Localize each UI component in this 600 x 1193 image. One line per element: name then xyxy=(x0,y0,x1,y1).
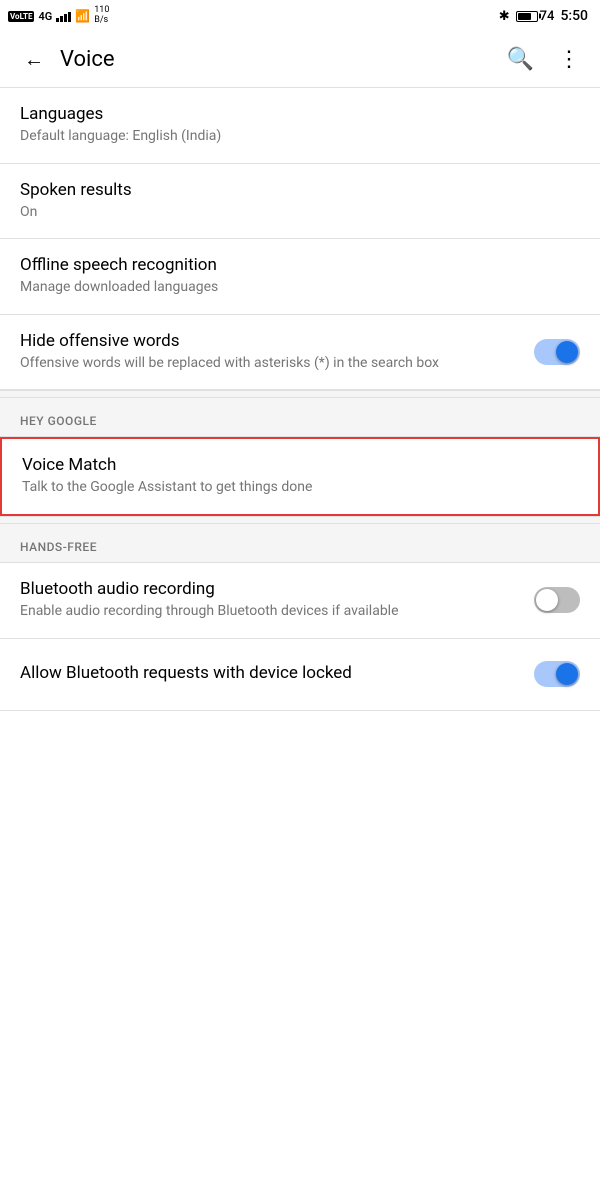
settings-list: Languages Default language: English (Ind… xyxy=(0,88,600,711)
section-divider-hands-free xyxy=(0,516,600,524)
offensive-words-content: Hide offensive words Offensive words wil… xyxy=(20,331,534,374)
section-header-hands-free: HANDS-FREE xyxy=(0,524,600,563)
bluetooth-audio-title: Bluetooth audio recording xyxy=(20,579,534,599)
app-bar: ← Voice 🔍 ⋮ xyxy=(0,32,600,88)
voice-match-content: Voice Match Talk to the Google Assistant… xyxy=(22,455,578,498)
search-button[interactable]: 🔍 xyxy=(503,43,538,76)
section-divider-hey-google xyxy=(0,390,600,398)
battery-fill xyxy=(518,13,531,20)
offline-speech-content: Offline speech recognition Manage downlo… xyxy=(20,255,580,298)
speed-text: 110B/s xyxy=(94,6,109,26)
offensive-words-subtitle: Offensive words will be replaced with as… xyxy=(20,354,534,374)
toggle-thumb-locked xyxy=(556,663,578,685)
languages-title: Languages xyxy=(20,104,580,124)
battery-percent: 74 xyxy=(540,9,555,24)
page-title: Voice xyxy=(60,47,503,72)
bluetooth-locked-content: Allow Bluetooth requests with device loc… xyxy=(20,663,534,686)
signal-bars xyxy=(56,10,71,22)
spoken-results-content: Spoken results On xyxy=(20,180,580,223)
battery-container: 74 xyxy=(516,9,555,24)
settings-item-bluetooth-locked[interactable]: Allow Bluetooth requests with device loc… xyxy=(0,639,600,711)
volte-badge: VoLTE xyxy=(8,11,34,22)
status-right: ✱ 74 5:50 xyxy=(499,8,588,24)
offensive-words-toggle[interactable] xyxy=(534,339,580,365)
toggle-thumb xyxy=(556,341,578,363)
voice-match-subtitle: Talk to the Google Assistant to get thin… xyxy=(22,478,578,498)
bluetooth-icon: ✱ xyxy=(499,9,510,24)
languages-content: Languages Default language: English (Ind… xyxy=(20,104,580,147)
bluetooth-locked-title: Allow Bluetooth requests with device loc… xyxy=(20,663,534,683)
bluetooth-audio-content: Bluetooth audio recording Enable audio r… xyxy=(20,579,534,622)
offensive-words-title: Hide offensive words xyxy=(20,331,534,351)
spoken-results-title: Spoken results xyxy=(20,180,580,200)
bluetooth-locked-toggle[interactable] xyxy=(534,661,580,687)
bluetooth-audio-toggle[interactable] xyxy=(534,587,580,613)
section-header-hey-google: HEY GOOGLE xyxy=(0,398,600,437)
offline-speech-title: Offline speech recognition xyxy=(20,255,580,275)
settings-item-languages[interactable]: Languages Default language: English (Ind… xyxy=(0,88,600,164)
settings-item-offline-speech[interactable]: Offline speech recognition Manage downlo… xyxy=(0,239,600,315)
offline-speech-subtitle: Manage downloaded languages xyxy=(20,278,580,298)
more-options-button[interactable]: ⋮ xyxy=(554,43,584,76)
bluetooth-audio-subtitle: Enable audio recording through Bluetooth… xyxy=(20,602,534,622)
app-bar-actions: 🔍 ⋮ xyxy=(503,43,584,76)
time: 5:50 xyxy=(560,8,588,24)
settings-item-offensive-words[interactable]: Hide offensive words Offensive words wil… xyxy=(0,315,600,391)
languages-subtitle: Default language: English (India) xyxy=(20,127,580,147)
settings-item-voice-match[interactable]: Voice Match Talk to the Google Assistant… xyxy=(0,437,600,516)
wifi-icon: 📶 xyxy=(75,9,90,23)
battery-icon xyxy=(516,11,538,22)
status-bar: VoLTE 4G 📶 110B/s ✱ 74 5:50 xyxy=(0,0,600,32)
voice-match-title: Voice Match xyxy=(22,455,578,475)
settings-item-spoken-results[interactable]: Spoken results On xyxy=(0,164,600,240)
network-type: 4G xyxy=(38,10,52,23)
status-left: VoLTE 4G 📶 110B/s xyxy=(8,6,109,26)
settings-item-bluetooth-audio[interactable]: Bluetooth audio recording Enable audio r… xyxy=(0,563,600,639)
spoken-results-subtitle: On xyxy=(20,203,580,223)
back-button[interactable]: ← xyxy=(16,39,52,80)
